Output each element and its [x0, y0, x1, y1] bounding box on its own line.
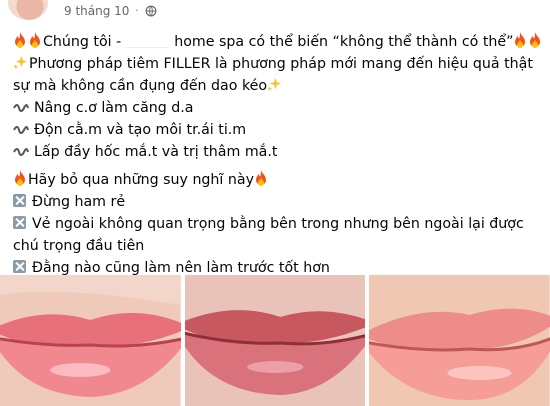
lip-photo-1[interactable]: [0, 275, 181, 406]
post-line: Hãy bỏ qua những suy nghĩ này: [13, 169, 543, 191]
photo-grid: [0, 275, 550, 406]
post-line: Chúng tôi - home spa có thể biến “không …: [13, 31, 543, 53]
redacted-name: [125, 33, 170, 48]
benefit-item: Nâng c.ơ làm căng d.a: [34, 100, 194, 116]
post-header: 9 tháng 10 ·: [0, 0, 550, 22]
wavy-dash-icon: [13, 126, 29, 134]
list-item: Vẻ ngoài không quan trọng bằng bên trong…: [13, 213, 543, 257]
post-line: Phương pháp tiêm FILLER là phương pháp m…: [13, 53, 543, 75]
x-mark-icon: [13, 194, 26, 207]
wavy-dash-icon: [13, 104, 29, 112]
fire-icon: [30, 32, 40, 48]
list-item: Độn cằ.m và tạo môi tr.ái ti.m: [13, 119, 543, 141]
benefit-item: Lấp đầy hốc mắ.t và trị thâm mắ.t: [34, 144, 278, 160]
lip-photo-3[interactable]: [369, 275, 550, 406]
post-line: sự mà không cần đụng đến dao kéo: [13, 75, 543, 97]
post-text: Chúng tôi - home spa có thể biến “không …: [13, 31, 543, 279]
sparkles-icon: [267, 77, 282, 92]
fire-icon: [515, 32, 526, 48]
sparkles-icon: [13, 55, 28, 70]
fire-icon: [255, 170, 266, 186]
list-item: Đừng ham rẻ: [13, 191, 543, 213]
meta-separator: ·: [135, 5, 139, 17]
list-item: Lấp đầy hốc mắ.t và trị thâm mắ.t: [13, 141, 543, 163]
fire-icon: [15, 32, 25, 48]
myth-item: Đừng ham rẻ: [32, 194, 126, 210]
myth-item: Đằng nào cũng làm nên làm trước tốt hơn: [32, 260, 330, 276]
fire-icon: [15, 170, 25, 186]
list-item: Nâng c.ơ làm căng d.a: [13, 97, 543, 119]
fire-icon: [530, 32, 541, 48]
x-mark-icon: [13, 216, 26, 229]
filler-description: Phương pháp tiêm FILLER là phương pháp m…: [29, 56, 533, 72]
post-intro-text: Chúng tôi -: [43, 34, 122, 50]
globe-icon[interactable]: [145, 5, 157, 17]
post-intro-text-2: home spa có thể biến “không thể thành có…: [174, 34, 514, 50]
filler-description-2: sự mà không cần đụng đến dao kéo: [13, 78, 268, 94]
post-meta: 9 tháng 10 ·: [64, 2, 157, 20]
myth-item: Vẻ ngoài không quan trọng bằng bên trong…: [13, 216, 524, 254]
wavy-dash-icon: [13, 148, 29, 156]
lip-photo-2[interactable]: [184, 275, 366, 406]
x-mark-icon: [13, 260, 26, 273]
avatar[interactable]: [8, 0, 48, 20]
thoughts-intro: Hãy bỏ qua những suy nghĩ này: [28, 172, 254, 188]
benefit-item: Độn cằ.m và tạo môi tr.ái ti.m: [34, 122, 247, 138]
post-timestamp[interactable]: 9 tháng 10: [64, 4, 129, 18]
